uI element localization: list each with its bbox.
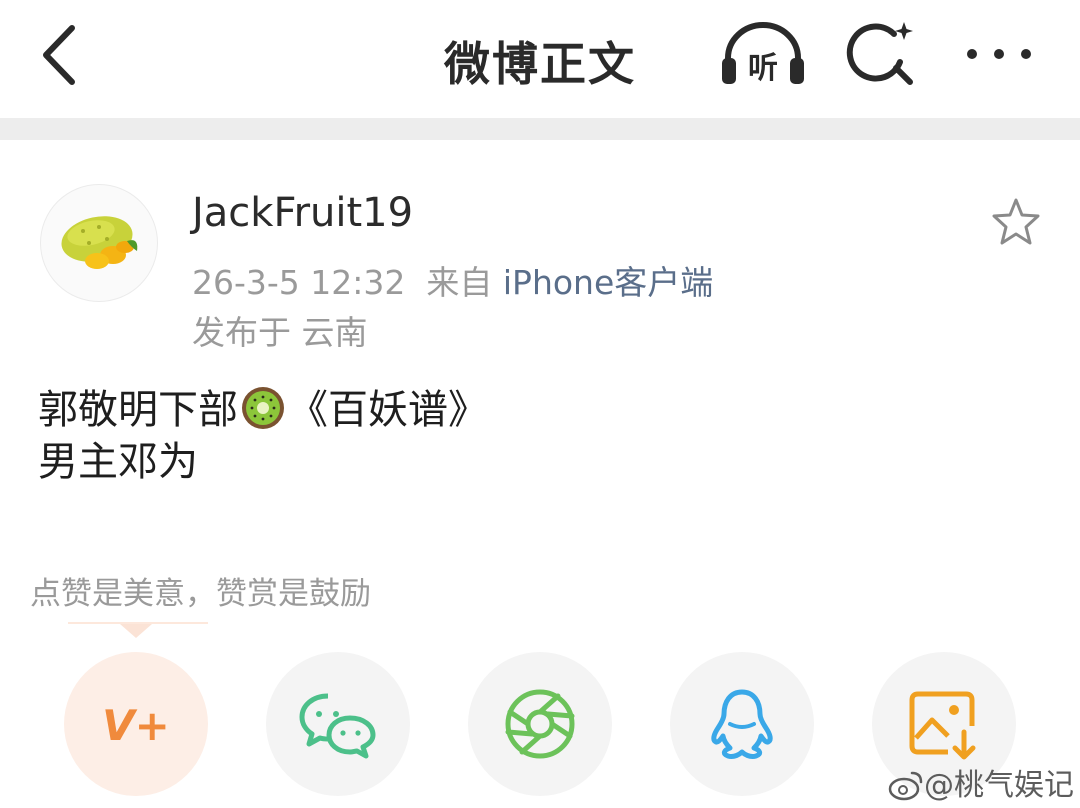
post-line1-start: 郭敬明下部 <box>38 387 238 433</box>
headphones-icon: 听 <box>722 22 804 86</box>
top-bar: 微博正文 听 <box>0 0 1080 118</box>
moments-icon <box>505 689 575 759</box>
watermark: @桃气娱记 <box>888 760 1074 804</box>
weibo-logo-icon <box>888 771 923 801</box>
post-content: 郭敬明下部 《百妖谱》 男主邓为 <box>38 384 488 488</box>
post-location: 发布于 云南 <box>192 313 368 352</box>
post-line1-end: 《百妖谱》 <box>288 387 488 433</box>
vip-label: V+ <box>102 701 170 750</box>
username-link[interactable]: JackFruit19 <box>192 190 413 236</box>
more-icon <box>967 49 1031 59</box>
page-title: 微博正文 <box>444 37 636 91</box>
back-arrow-icon <box>43 25 75 85</box>
star-icon <box>992 198 1040 245</box>
listen-button[interactable]: 听 <box>718 18 808 90</box>
vip-reward-button[interactable]: V+ <box>64 652 208 796</box>
back-button[interactable] <box>30 20 90 90</box>
search-button[interactable] <box>846 18 918 90</box>
source-prefix: 来自 <box>426 263 493 302</box>
watermark-text: @桃气娱记 <box>924 768 1074 803</box>
post-source: iPhone客户端 <box>502 263 714 302</box>
qq-icon <box>711 689 773 759</box>
post-line-2: 男主邓为 <box>38 439 198 485</box>
jackfruit-avatar-image <box>61 216 138 269</box>
kiwi-emoji-icon <box>242 387 284 429</box>
save-image-icon <box>909 691 976 760</box>
more-button[interactable] <box>962 36 1036 72</box>
share-wechat-button[interactable] <box>266 652 410 796</box>
listen-label: 听 <box>748 51 778 86</box>
avatar[interactable] <box>40 184 158 302</box>
share-moments-button[interactable] <box>468 652 612 796</box>
post-line-1: 郭敬明下部 《百妖谱》 <box>38 384 488 436</box>
wechat-icon <box>299 693 376 759</box>
share-qq-button[interactable] <box>670 652 814 796</box>
search-icon <box>846 22 913 85</box>
favorite-button[interactable] <box>990 196 1042 248</box>
post-meta: 26-3-5 12:32 来自 iPhone客户端 <box>192 256 713 304</box>
vip-plus-icon: V+ <box>102 701 170 750</box>
section-divider <box>0 118 1080 140</box>
tooltip-pointer <box>120 624 152 638</box>
reward-hint: 点赞是美意，赞赏是鼓励 <box>30 576 371 612</box>
post-time: 26-3-5 12:32 <box>192 263 406 302</box>
